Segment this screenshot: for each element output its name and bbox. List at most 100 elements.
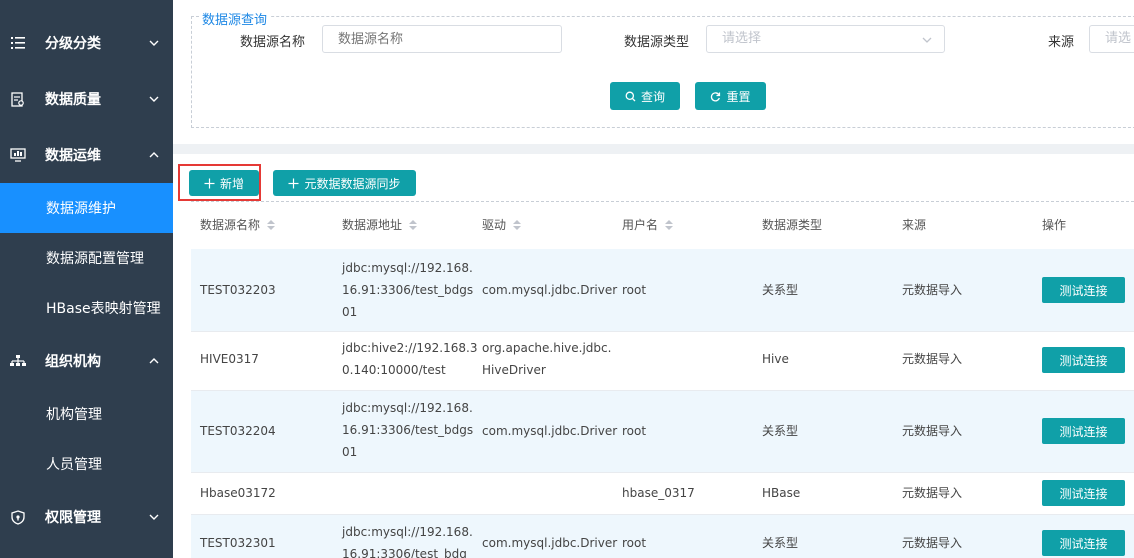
query-panel-legend: 数据源查询: [199, 9, 271, 28]
select-placeholder: 请选: [1105, 31, 1132, 46]
datasource-name-input[interactable]: [322, 25, 562, 53]
cell-line: 0.140:10000/test: [342, 363, 446, 377]
sidebar-subitem-org-management[interactable]: 机构管理: [0, 389, 173, 439]
cell-line: org.apache.hive.jdbc.: [482, 341, 612, 355]
report-icon: [10, 91, 26, 107]
cell-username: root: [622, 536, 647, 550]
sidebar-item-organization[interactable]: 组织机构: [0, 336, 173, 386]
test-connection-button[interactable]: 测试连接: [1042, 418, 1125, 444]
sidebar-item-label: 数据运维: [45, 148, 101, 164]
source-select[interactable]: 请选: [1089, 25, 1134, 53]
column-header-username[interactable]: 用户名: [622, 216, 674, 233]
sidebar-subitem-label: HBase表映射管理: [46, 301, 161, 317]
table-row: Hbase03172 hbase_0317 HBase 元数据导入 测试连接: [191, 473, 1134, 515]
sidebar-item-label: 分级分类: [45, 36, 101, 52]
sidebar-subitem-label: 数据源配置管理: [46, 251, 144, 267]
column-header-address[interactable]: 数据源地址: [342, 216, 418, 233]
search-button-label: 查询: [640, 89, 665, 104]
test-connection-button[interactable]: 测试连接: [1042, 347, 1125, 373]
column-header-driver[interactable]: 驱动: [482, 216, 522, 233]
cell-driver: com.mysql.jdbc.Driver: [482, 536, 618, 550]
cell-line: 16.91:3306/test_bdgs: [342, 423, 474, 437]
sidebar-subitem-datasource-maintenance[interactable]: 数据源维护: [0, 183, 173, 233]
test-connection-button[interactable]: 测试连接: [1042, 480, 1125, 506]
sidebar-item-data-ops[interactable]: 数据运维: [0, 130, 173, 180]
table-row: TEST032203 jdbc:mysql://192.168. 16.91:3…: [191, 249, 1134, 332]
list-icon: [10, 35, 26, 51]
column-header-label: 操作: [1042, 218, 1067, 232]
table-row: HIVE0317 jdbc:hive2://192.168.3 0.140:10…: [191, 332, 1134, 391]
column-header-label: 驱动: [482, 218, 507, 232]
chevron-down-icon: [922, 37, 932, 43]
cell-address: jdbc:mysql://192.168. 16.91:3306/test_bd…: [342, 397, 473, 463]
cell-source: 元数据导入: [902, 486, 963, 500]
cell-type: 关系型: [762, 283, 799, 297]
sidebar: 分级分类 数据质量 数据运维 数据源维护 数据源配置管理 HBase表映射管理 …: [0, 0, 173, 558]
select-placeholder: 请选择: [722, 31, 762, 46]
cell-type: HBase: [762, 486, 801, 500]
main-content: 数据源查询 数据源名称 数据源类型 请选择 来源 请选 查询 重置 新增 元数据…: [173, 0, 1134, 558]
cell-source: 元数据导入: [902, 424, 963, 438]
search-button[interactable]: 查询: [610, 82, 680, 110]
cell-username: hbase_0317: [622, 486, 695, 500]
cell-driver: org.apache.hive.jdbc. HiveDriver: [482, 337, 611, 381]
column-header-actions: 操作: [1042, 216, 1066, 233]
cell-name: TEST032204: [200, 424, 276, 438]
cell-name: HIVE0317: [200, 352, 259, 366]
cell-source: 元数据导入: [902, 283, 963, 297]
sidebar-item-permissions[interactable]: 权限管理: [0, 492, 173, 542]
sort-icon[interactable]: [266, 219, 276, 231]
cell-line: 01: [342, 305, 358, 319]
column-header-label: 数据源地址: [342, 218, 403, 232]
cell-address: jdbc:mysql://192.168. 16.91:3306/test_bd…: [342, 521, 473, 558]
refresh-icon: [711, 91, 721, 101]
cell-address: jdbc:hive2://192.168.3 0.140:10000/test: [342, 337, 477, 381]
monitor-icon: [10, 147, 26, 163]
cell-driver: com.mysql.jdbc.Driver: [482, 283, 618, 297]
cell-line: jdbc:mysql://192.168.: [342, 261, 473, 275]
cell-type: 关系型: [762, 424, 799, 438]
search-icon: [625, 91, 636, 101]
sidebar-item-data-quality[interactable]: 数据质量: [0, 74, 173, 124]
cell-name: Hbase03172: [200, 486, 276, 500]
sort-icon[interactable]: [664, 219, 674, 231]
sidebar-subitem-hbase-mapping[interactable]: HBase表映射管理: [0, 283, 173, 333]
reset-button-label: 重置: [726, 89, 751, 104]
datasource-type-select[interactable]: 请选择: [706, 25, 945, 53]
sidebar-item-label: 数据质量: [45, 92, 101, 108]
sidebar-subitem-label: 数据源维护: [46, 201, 116, 217]
sidebar-item-classification[interactable]: 分级分类: [0, 18, 173, 68]
sidebar-subitem-label: 人员管理: [46, 457, 102, 473]
table-row: TEST032204 jdbc:mysql://192.168. 16.91:3…: [191, 391, 1134, 473]
source-label: 来源: [1048, 35, 1075, 50]
plus-icon: [288, 178, 299, 188]
cell-username: root: [622, 283, 647, 297]
sort-icon[interactable]: [408, 219, 418, 231]
sync-metadata-button[interactable]: 元数据数据源同步: [273, 170, 416, 196]
sidebar-item-label: 权限管理: [45, 510, 101, 526]
chevron-up-icon: [149, 358, 159, 364]
sidebar-subitem-label: 机构管理: [46, 407, 102, 423]
add-button-highlight: [178, 164, 261, 201]
cell-driver: com.mysql.jdbc.Driver: [482, 424, 618, 438]
cell-address: jdbc:mysql://192.168. 16.91:3306/test_bd…: [342, 257, 473, 323]
column-header-name[interactable]: 数据源名称: [200, 216, 276, 233]
chevron-down-icon: [149, 40, 159, 46]
column-header-label: 数据源名称: [200, 218, 261, 232]
test-connection-button[interactable]: 测试连接: [1042, 277, 1125, 303]
cell-line: 16.91:3306/test_bdg: [342, 547, 467, 558]
shield-icon: [10, 509, 26, 525]
cell-type: Hive: [762, 352, 789, 366]
table-row: TEST032301 jdbc:mysql://192.168. 16.91:3…: [191, 515, 1134, 558]
cell-line: HiveDriver: [482, 363, 546, 377]
reset-button[interactable]: 重置: [695, 82, 766, 110]
sidebar-subitem-datasource-config[interactable]: 数据源配置管理: [0, 233, 173, 283]
sidebar-subitem-staff-management[interactable]: 人员管理: [0, 439, 173, 489]
column-header-label: 来源: [902, 218, 927, 232]
cell-source: 元数据导入: [902, 536, 963, 550]
cell-line: jdbc:mysql://192.168.: [342, 525, 473, 539]
cell-line: jdbc:mysql://192.168.: [342, 401, 473, 415]
sort-icon[interactable]: [512, 219, 522, 231]
org-chart-icon: [10, 353, 26, 369]
test-connection-button[interactable]: 测试连接: [1042, 530, 1125, 556]
